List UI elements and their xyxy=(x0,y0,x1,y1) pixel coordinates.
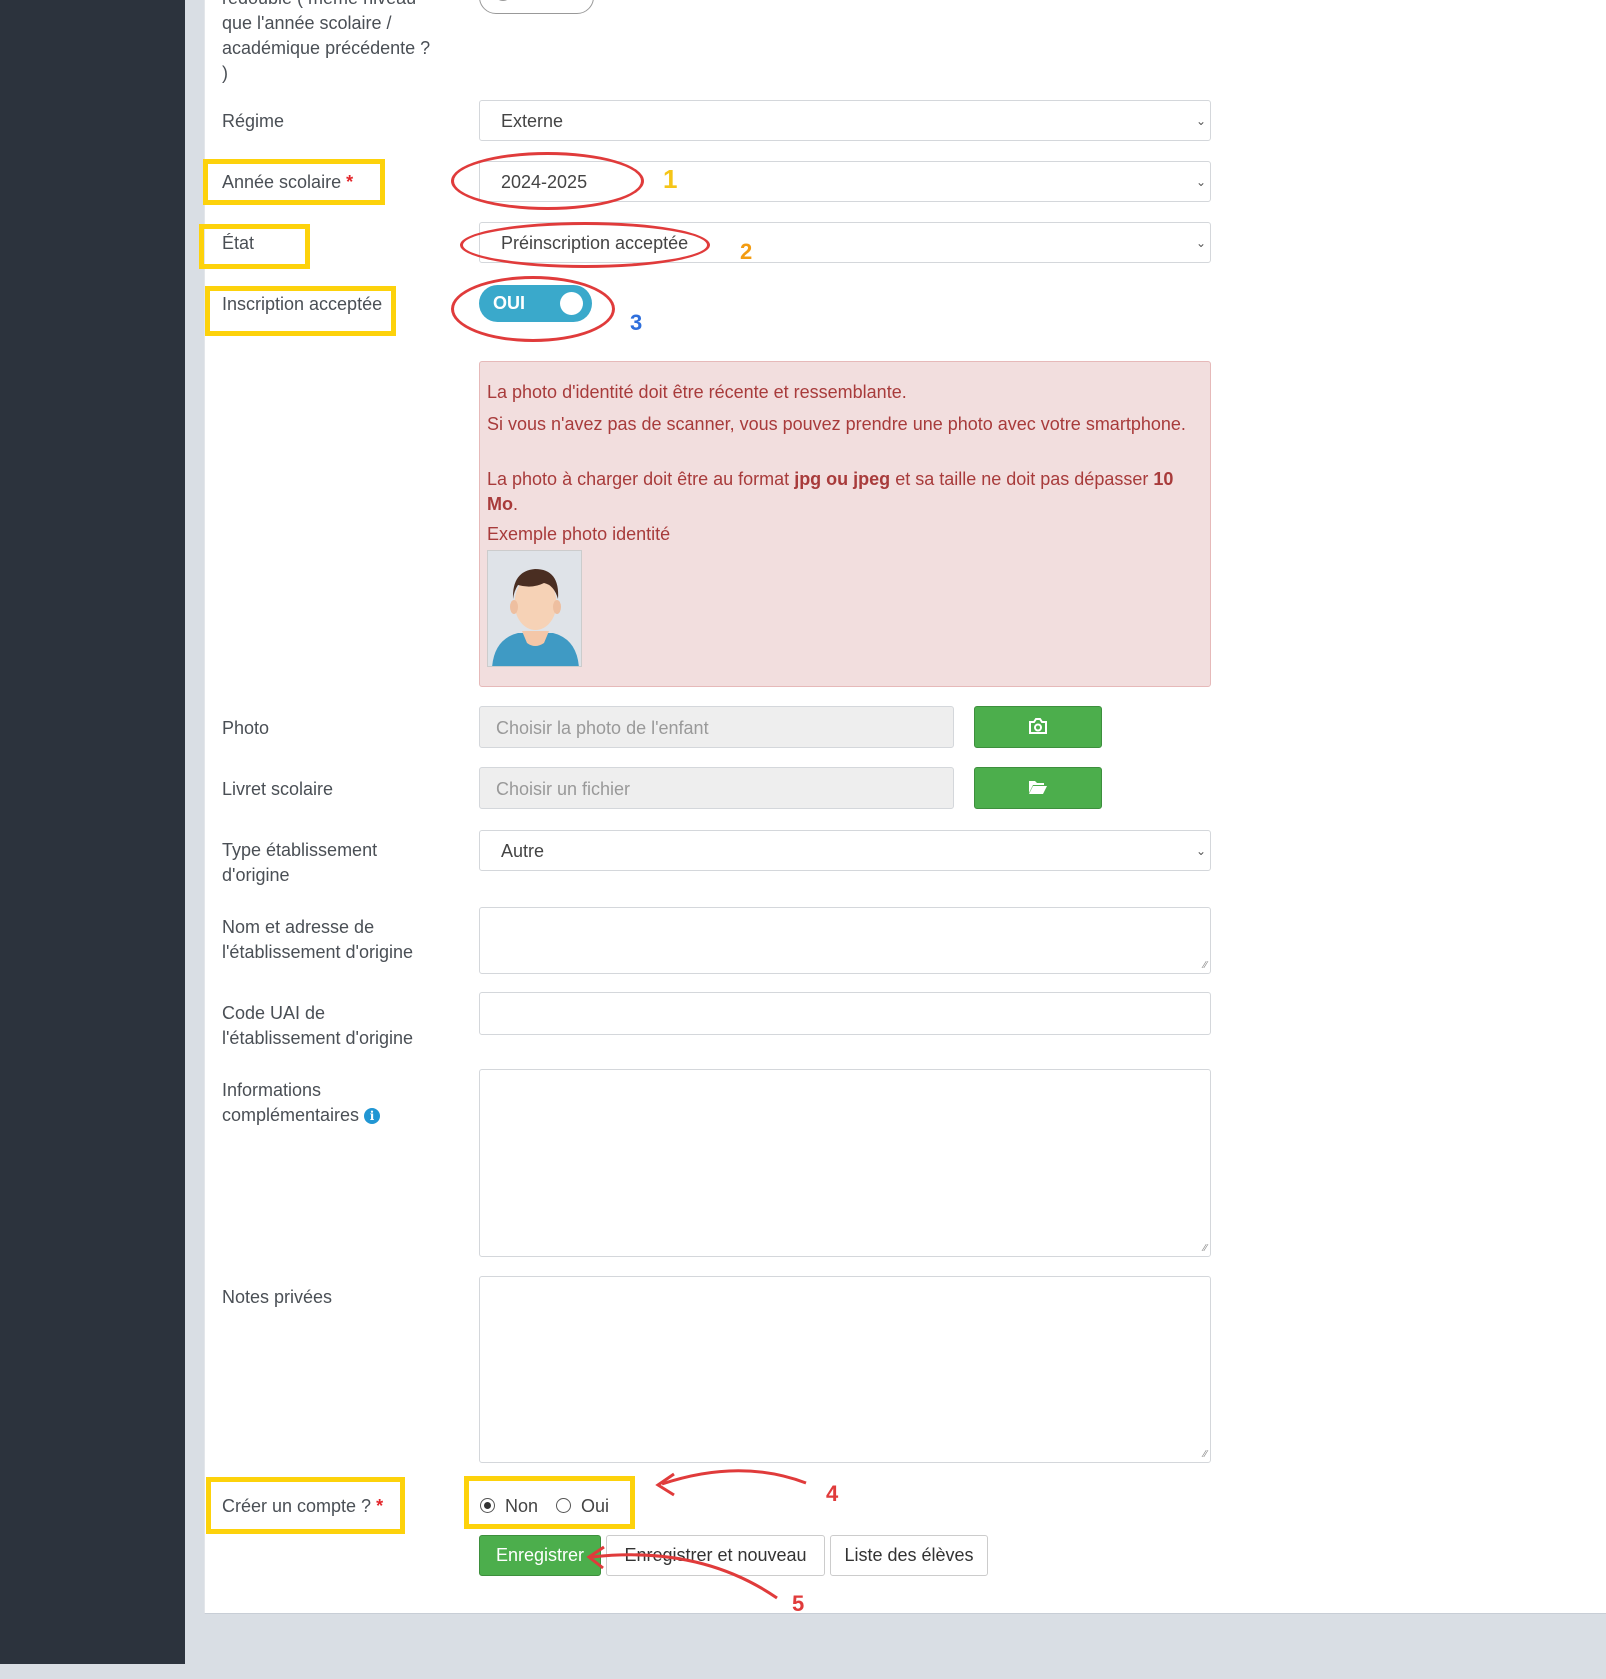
arrow-4-head xyxy=(655,1472,675,1497)
annotation-arrows xyxy=(586,1469,807,1600)
arrow-5-path xyxy=(591,1553,778,1600)
arrow-4-path xyxy=(661,1469,807,1486)
